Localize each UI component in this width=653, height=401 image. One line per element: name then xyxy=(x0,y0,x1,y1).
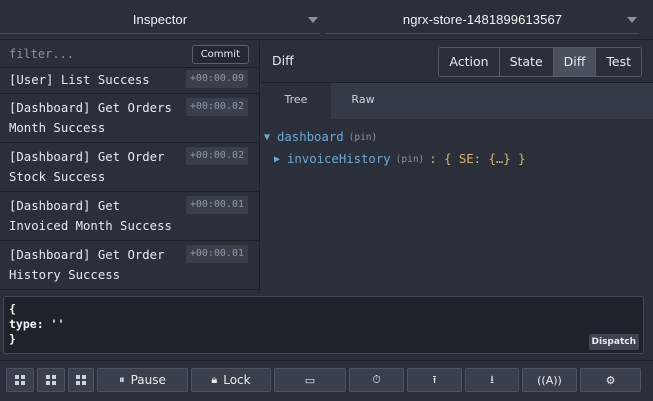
upload-icon: ⭱ xyxy=(432,372,437,386)
grid-icon xyxy=(15,375,25,385)
action-timestamp: +00:00.01 xyxy=(185,245,248,263)
gear-icon: ⚙ xyxy=(605,373,616,387)
lock-button[interactable]: 🔒︎ Lock xyxy=(191,368,271,392)
subtab-raw[interactable]: Raw xyxy=(331,83,395,119)
download-icon: ⭳ xyxy=(490,372,494,386)
chevron-down-icon xyxy=(308,17,318,23)
layout-button-1[interactable] xyxy=(6,368,34,392)
view-subtabs: Tree Raw xyxy=(261,83,653,119)
timer-button[interactable]: ⏱ xyxy=(349,368,404,392)
pause-icon: ⏸ xyxy=(119,373,125,386)
store-select[interactable]: ngrx-store-1481899613567 xyxy=(326,6,639,34)
inspector-tabs: Action State Diff Test xyxy=(438,47,642,77)
slider-button[interactable]: ▭ xyxy=(274,368,346,392)
action-item[interactable]: [Dashboard] Get Order Stock Success +00:… xyxy=(0,143,259,192)
slider-icon: ▭ xyxy=(304,373,316,387)
dispatch-editor[interactable]: { type: '' } Dispatch xyxy=(3,296,644,354)
action-name: [Dashboard] Get Invoiced Month Success xyxy=(9,199,172,233)
tree-key: invoiceHistory xyxy=(287,152,391,166)
filter-row: Commit xyxy=(0,41,259,68)
tree-value: : { SE: {…} } xyxy=(429,152,526,166)
pause-label: Pause xyxy=(130,373,166,387)
action-item[interactable]: [Dashboard] Get Invoiced Month Success +… xyxy=(0,192,259,241)
lock-label: Lock xyxy=(223,373,251,387)
tab-state[interactable]: State xyxy=(499,48,554,76)
action-name: [Dashboard] Get Order History Success xyxy=(9,248,165,282)
collapsed-triangle-icon[interactable]: ▶ xyxy=(274,154,287,165)
tab-test[interactable]: Test xyxy=(596,48,641,76)
tab-action[interactable]: Action xyxy=(439,48,500,76)
commit-button[interactable]: Commit xyxy=(191,45,249,64)
action-list-panel: Commit [User] List Success +00:00.09 [Da… xyxy=(0,41,260,293)
action-name: [Dashboard] Get Orders Month Success xyxy=(9,101,172,135)
filter-input[interactable] xyxy=(9,47,169,61)
layout-button-3[interactable] xyxy=(68,368,94,392)
timer-icon: ⏱ xyxy=(372,373,381,386)
remote-button[interactable]: ((A)) xyxy=(522,368,577,392)
monitor-select[interactable]: Inspector xyxy=(0,6,320,34)
store-select-label: ngrx-store-1481899613567 xyxy=(402,12,563,27)
dispatch-button[interactable]: Dispatch xyxy=(588,334,639,350)
action-item[interactable]: [Dashboard] Get Order History Success +0… xyxy=(0,241,259,290)
bottom-toolbar: ⏸ Pause 🔒︎ Lock ▭ ⏱ ⭱ ⭳ ((A)) ⚙ xyxy=(0,360,653,401)
tree-key: dashboard xyxy=(277,130,344,144)
inspector-panel: Diff Action State Diff Test Tree Raw ▼ d… xyxy=(261,41,653,293)
remote-icon: ((A)) xyxy=(537,373,562,387)
lock-icon: 🔒︎ xyxy=(211,373,218,386)
subtab-tree[interactable]: Tree xyxy=(261,83,331,119)
grid-icon xyxy=(46,375,56,385)
action-timestamp: +00:00.09 xyxy=(185,70,248,88)
chevron-down-icon xyxy=(627,17,637,23)
download-button[interactable]: ⭳ xyxy=(465,368,519,392)
action-item[interactable]: [Dashboard] Get Orders Month Success +00… xyxy=(0,94,259,143)
tree-row-dashboard[interactable]: ▼ dashboard (pin) xyxy=(264,126,653,148)
grid-icon xyxy=(76,375,86,385)
diff-tree: ▼ dashboard (pin) ▶ invoiceHistory (pin)… xyxy=(261,119,653,170)
inspector-header: Diff Action State Diff Test xyxy=(261,41,653,83)
settings-button[interactable]: ⚙ xyxy=(580,368,641,392)
action-name: [Dashboard] Get Order Stock Success xyxy=(9,150,165,184)
layout-button-2[interactable] xyxy=(37,368,65,392)
monitor-select-label: Inspector xyxy=(132,12,188,27)
dispatch-text[interactable]: { type: '' } xyxy=(9,302,64,347)
upload-button[interactable]: ⭱ xyxy=(407,368,462,392)
pin-link[interactable]: (pin) xyxy=(349,132,378,143)
action-timestamp: +00:00.02 xyxy=(185,147,248,165)
tab-diff[interactable]: Diff xyxy=(553,48,597,76)
expanded-triangle-icon[interactable]: ▼ xyxy=(264,132,277,143)
action-timestamp: +00:00.01 xyxy=(185,196,248,214)
action-name: [User] List Success xyxy=(9,73,150,87)
pin-link[interactable]: (pin) xyxy=(396,154,425,165)
inspector-title: Diff xyxy=(272,53,294,68)
action-item[interactable]: [User] List Success +00:00.09 xyxy=(0,68,259,94)
tree-row-invoice-history[interactable]: ▶ invoiceHistory (pin) : { SE: {…} } xyxy=(264,148,653,170)
action-timestamp: +00:00.02 xyxy=(185,98,248,116)
pause-button[interactable]: ⏸ Pause xyxy=(97,368,188,392)
header-bar: Inspector ngrx-store-1481899613567 xyxy=(0,0,653,40)
